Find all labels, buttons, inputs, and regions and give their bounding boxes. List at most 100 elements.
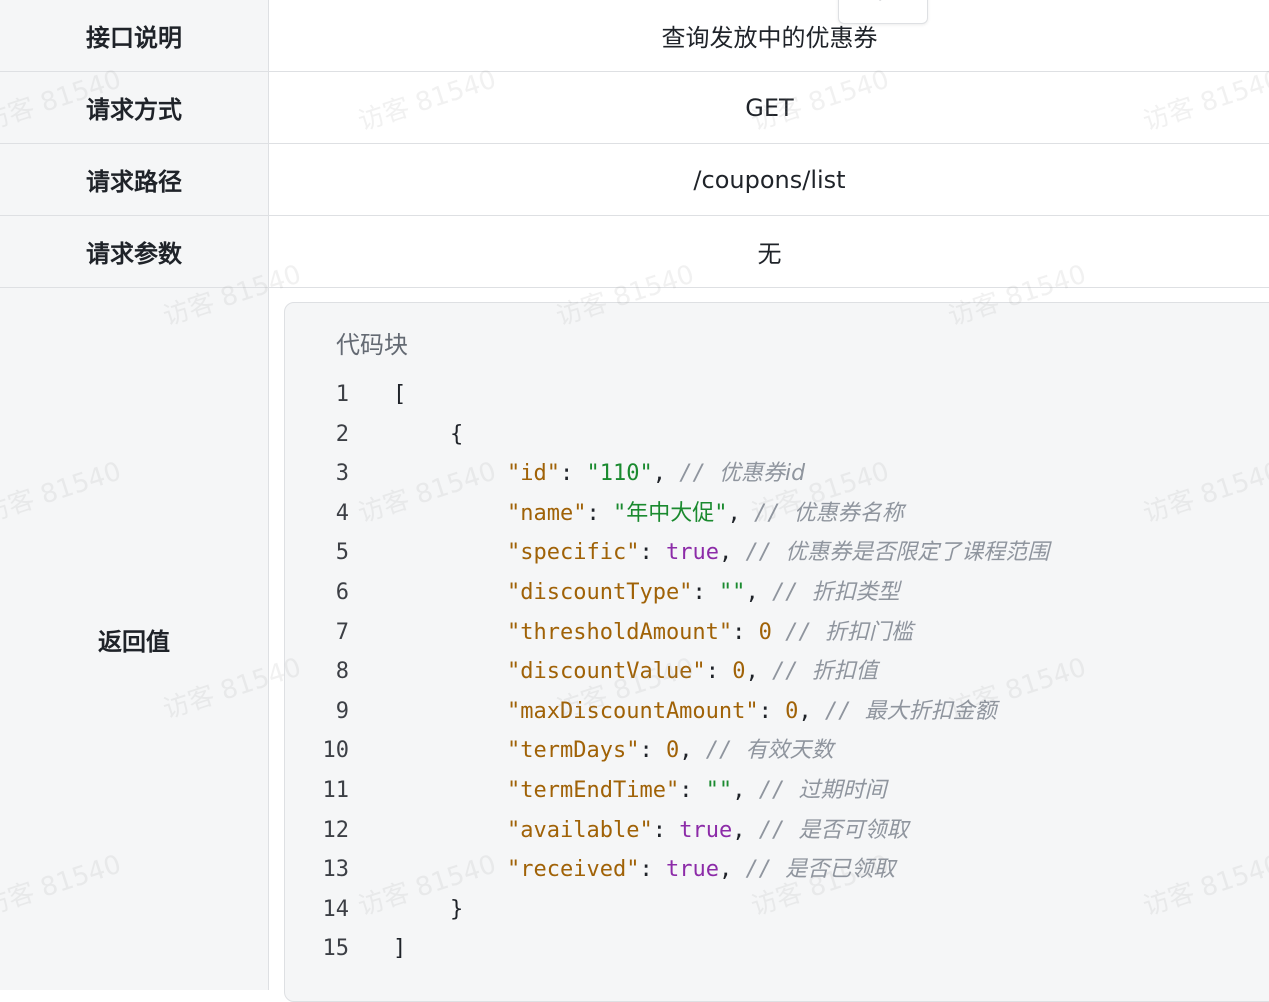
json-number: 0 bbox=[665, 738, 680, 763]
code-comment: // 折扣门槛 bbox=[785, 620, 913, 645]
json-boolean: true bbox=[665, 540, 719, 565]
json-number: 0 bbox=[758, 620, 772, 645]
line-number: 7 bbox=[335, 620, 349, 645]
json-punctuation: , bbox=[732, 778, 759, 803]
json-number: 0 bbox=[785, 699, 799, 724]
row-key-path: 请求路径 bbox=[0, 144, 269, 215]
row-value-path: /coupons/list bbox=[693, 165, 846, 194]
json-number: 0 bbox=[732, 659, 746, 684]
json-boolean: true bbox=[665, 857, 719, 882]
code-line: 7 "thresholdAmount": 0 // 折扣门槛 bbox=[285, 613, 1269, 652]
json-punctuation bbox=[772, 620, 785, 645]
json-key: "specific" bbox=[507, 540, 640, 565]
row-value-description: 查询发放中的优惠券 bbox=[661, 24, 878, 52]
json-punctuation: : bbox=[652, 818, 680, 843]
code-block-title: 代码块 bbox=[336, 331, 408, 359]
line-number: 15 bbox=[322, 936, 350, 961]
code-text: "maxDiscountAmount": 0, // 最大折扣金额 bbox=[507, 692, 997, 731]
code-text: { bbox=[450, 415, 463, 454]
json-key: "id" bbox=[507, 461, 560, 486]
line-number: 8 bbox=[335, 659, 349, 684]
json-key: "received" bbox=[507, 857, 640, 882]
code-line: 1[ bbox=[285, 375, 1269, 414]
code-comment: // 优惠券id bbox=[679, 461, 806, 486]
row-value-params: 无 bbox=[757, 240, 782, 268]
json-key: "discountValue" bbox=[507, 659, 706, 684]
line-number: 10 bbox=[322, 738, 350, 763]
code-text: "name": "年中大促", // 优惠券名称 bbox=[507, 494, 904, 533]
json-punctuation: : bbox=[732, 620, 759, 645]
json-punctuation: , bbox=[652, 461, 680, 486]
json-punctuation: : bbox=[639, 738, 666, 763]
code-comment: // 过期时间 bbox=[758, 778, 887, 803]
line-number: 14 bbox=[322, 897, 350, 922]
json-punctuation: , bbox=[732, 818, 759, 843]
json-punctuation: , bbox=[798, 699, 825, 724]
json-punctuation: : bbox=[639, 540, 666, 565]
code-line: 15] bbox=[285, 929, 1269, 968]
toolbar-icon: ⟲ bbox=[873, 0, 885, 5]
code-line: 13 "received": true, // 是否已领取 bbox=[285, 850, 1269, 889]
json-punctuation: , bbox=[745, 580, 772, 605]
json-key: "termEndTime" bbox=[507, 778, 680, 803]
json-punctuation: , bbox=[718, 540, 746, 565]
json-string: "" bbox=[718, 580, 746, 605]
code-line: 8 "discountValue": 0, // 折扣值 bbox=[285, 652, 1269, 691]
json-string: "110" bbox=[586, 461, 653, 486]
json-punctuation: { bbox=[450, 422, 464, 447]
code-text: "termDays": 0, // 有效天数 bbox=[507, 731, 833, 770]
code-text: } bbox=[450, 890, 463, 929]
code-line: 6 "discountType": "", // 折扣类型 bbox=[285, 573, 1269, 612]
row-key-method: 请求方式 bbox=[0, 72, 269, 143]
json-string: "" bbox=[705, 778, 733, 803]
json-punctuation: : bbox=[692, 580, 719, 605]
code-line: 12 "available": true, // 是否可领取 bbox=[285, 811, 1269, 850]
json-punctuation: , bbox=[718, 857, 746, 882]
json-key: "available" bbox=[507, 818, 653, 843]
json-string: "年中大促" bbox=[612, 501, 728, 526]
code-block[interactable]: 代码块 1[2{3 "id": "110", // 优惠券id 4 "name": "… bbox=[284, 302, 1269, 1002]
code-text: ] bbox=[393, 929, 406, 968]
code-line: 10 "termDays": 0, // 有效天数 bbox=[285, 731, 1269, 770]
json-punctuation: : bbox=[586, 501, 613, 526]
code-comment: // 是否已领取 bbox=[745, 857, 896, 882]
json-punctuation: : bbox=[705, 659, 733, 684]
json-punctuation: [ bbox=[393, 382, 407, 407]
code-text: "termEndTime": "", // 过期时间 bbox=[507, 771, 886, 810]
row-key-return: 返回值 bbox=[0, 288, 269, 990]
code-comment: // 有效天数 bbox=[705, 738, 834, 763]
json-punctuation: ] bbox=[393, 936, 407, 961]
line-number: 5 bbox=[335, 540, 349, 565]
code-comment: // 折扣值 bbox=[771, 659, 878, 684]
row-key-description: 接口说明 bbox=[0, 0, 269, 71]
code-line: 9 "maxDiscountAmount": 0, // 最大折扣金额 bbox=[285, 692, 1269, 731]
row-path: 请求路径 /coupons/list bbox=[0, 144, 1269, 216]
row-key-params: 请求参数 bbox=[0, 216, 269, 287]
line-number: 1 bbox=[335, 382, 349, 407]
json-punctuation: : bbox=[758, 699, 786, 724]
row-value-method: GET bbox=[745, 93, 794, 122]
code-text: "thresholdAmount": 0 // 折扣门槛 bbox=[507, 613, 913, 652]
json-punctuation: , bbox=[727, 501, 754, 526]
code-text: "id": "110", // 优惠券id bbox=[507, 454, 805, 493]
line-number: 9 bbox=[335, 699, 349, 724]
line-number: 2 bbox=[335, 422, 349, 447]
code-line: 3 "id": "110", // 优惠券id bbox=[285, 454, 1269, 493]
code-comment: // 最大折扣金额 bbox=[824, 699, 997, 724]
code-text: "specific": true, // 优惠券是否限定了课程范围 bbox=[507, 533, 1049, 572]
code-text: "received": true, // 是否已领取 bbox=[507, 850, 895, 889]
code-text: "available": true, // 是否可领取 bbox=[507, 811, 908, 850]
line-number: 6 bbox=[335, 580, 349, 605]
json-key: "maxDiscountAmount" bbox=[507, 699, 759, 724]
row-method: 请求方式 GET bbox=[0, 72, 1269, 144]
json-key: "thresholdAmount" bbox=[507, 620, 733, 645]
line-number: 4 bbox=[335, 501, 349, 526]
code-comment: // 折扣类型 bbox=[771, 580, 900, 605]
line-number: 11 bbox=[322, 778, 350, 803]
json-key: "termDays" bbox=[507, 738, 640, 763]
row-description: 接口说明 查询发放中的优惠券 bbox=[0, 0, 1269, 72]
floating-toolbar-button[interactable]: ⟲ bbox=[838, 0, 928, 24]
json-boolean: true bbox=[679, 818, 733, 843]
code-line: 5 "specific": true, // 优惠券是否限定了课程范围 bbox=[285, 533, 1269, 572]
json-punctuation: : bbox=[559, 461, 587, 486]
